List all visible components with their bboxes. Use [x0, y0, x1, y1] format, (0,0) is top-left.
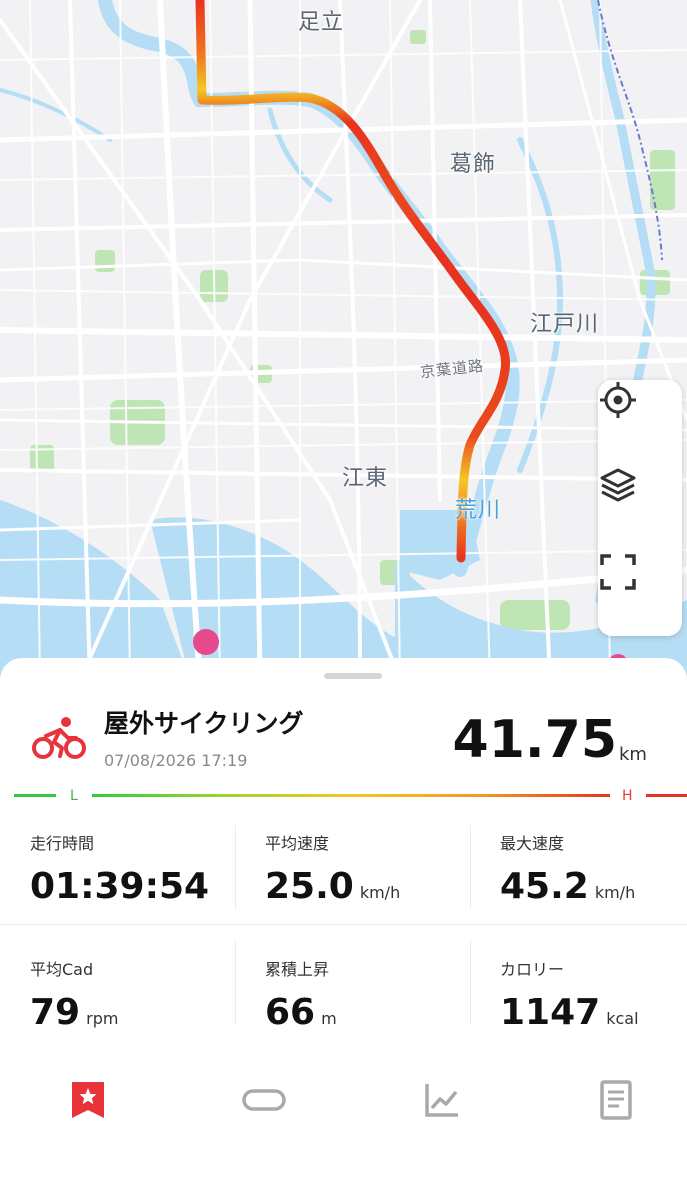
stat-unit: km/h — [594, 883, 636, 902]
divider — [470, 825, 471, 909]
legend-high-label: H — [622, 788, 633, 804]
map-canvas — [0, 0, 687, 680]
map-rivers — [0, 0, 656, 605]
link-icon — [242, 1089, 286, 1111]
stat-value: 01:39:54 — [30, 866, 210, 907]
activity-title: 屋外サイクリング — [104, 709, 304, 738]
crosshair-icon — [600, 382, 636, 418]
stat-avg-speed: 平均速度 25.0 km/h — [265, 830, 400, 907]
divider — [0, 924, 687, 925]
tab-laps[interactable] — [234, 1078, 294, 1122]
speed-gradient-bar — [92, 794, 610, 797]
layers-button[interactable] — [598, 466, 682, 550]
fullscreen-icon — [600, 554, 636, 590]
stat-value: 25.0 — [265, 866, 354, 907]
stat-duration: 走行時間 01:39:54 — [30, 830, 215, 907]
stat-elevation-gain: 累積上昇 66 m — [265, 956, 337, 1033]
stat-label: 走行時間 — [30, 834, 95, 853]
stat-label: 平均Cad — [30, 960, 94, 979]
map-label-katsushika: 葛飾 — [450, 152, 497, 177]
stat-label: 最大速度 — [500, 834, 565, 853]
stat-value: 66 — [265, 992, 316, 1033]
divider — [235, 940, 236, 1024]
stat-value: 1147 — [500, 992, 601, 1033]
stat-value: 79 — [30, 992, 81, 1033]
activity-sheet: 屋外サイクリング 07/08/2026 17:19 41.75 km L H 走… — [0, 658, 687, 1200]
stat-unit: kcal — [606, 1009, 639, 1028]
map-label-koto: 江東 — [342, 466, 389, 491]
stat-unit: km/h — [359, 883, 401, 902]
stat-value: 45.2 — [500, 866, 589, 907]
legend-low-label: L — [70, 788, 78, 804]
map-controls — [598, 380, 682, 636]
legend-high-bar — [646, 794, 687, 797]
bookmark-star-icon — [72, 1082, 104, 1118]
map-label-edogawa: 江戸川 — [530, 312, 600, 337]
map-label-adachi: 足立 — [298, 10, 345, 35]
stat-unit: m — [321, 1009, 337, 1028]
chart-line-icon — [425, 1084, 458, 1117]
legend-low-bar — [14, 794, 56, 797]
divider — [470, 940, 471, 1024]
stat-calories: カロリー 1147 kcal — [500, 956, 639, 1033]
map-label-arakawa: 荒川 — [455, 498, 502, 523]
layers-icon — [600, 468, 636, 502]
distance-value: 41.75 — [452, 710, 617, 770]
tab-charts[interactable] — [412, 1078, 472, 1122]
tab-summary[interactable] — [58, 1078, 118, 1122]
route-map[interactable]: 足立 葛飾 江戸川 京葉道路 江東 荒川 — [0, 0, 687, 680]
fullscreen-button[interactable] — [598, 552, 682, 636]
document-icon — [600, 1080, 632, 1120]
poi-marker[interactable] — [193, 629, 219, 655]
stat-label: カロリー — [500, 960, 565, 979]
stat-unit: rpm — [86, 1009, 119, 1028]
divider — [235, 825, 236, 909]
stat-label: 平均速度 — [265, 834, 330, 853]
tab-details[interactable] — [586, 1078, 646, 1122]
stat-max-speed: 最大速度 45.2 km/h — [500, 830, 635, 907]
distance-unit: km — [619, 744, 647, 765]
stat-label: 累積上昇 — [265, 960, 330, 979]
drag-handle[interactable] — [324, 673, 382, 679]
locate-button[interactable] — [598, 380, 682, 464]
rail-line — [597, 0, 663, 261]
stat-avg-cadence: 平均Cad 79 rpm — [30, 956, 118, 1033]
activity-datetime: 07/08/2026 17:19 — [104, 751, 248, 770]
bicycle-icon — [32, 717, 86, 759]
